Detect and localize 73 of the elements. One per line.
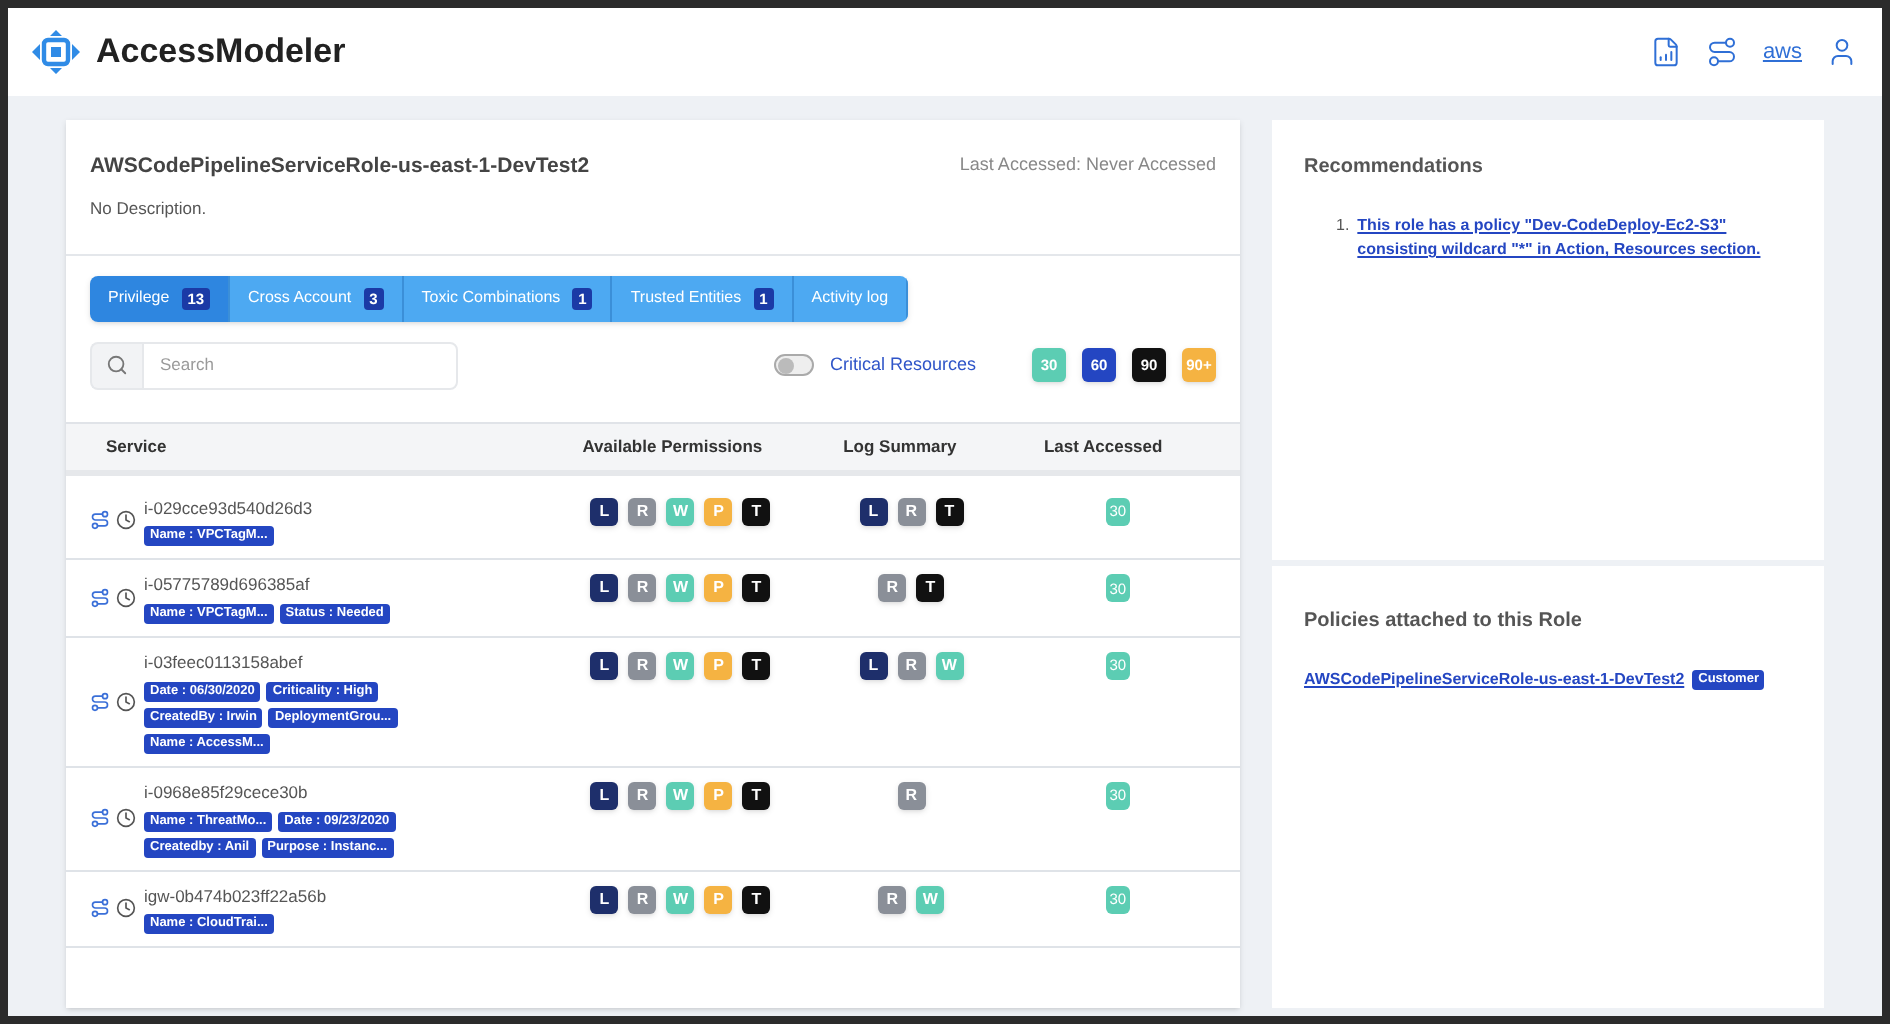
toggle-label: Critical Resources: [829, 351, 976, 378]
permission-badge: R: [897, 497, 926, 525]
permission-badge: R: [878, 574, 907, 603]
permission-badge: T: [742, 652, 771, 680]
route-icon[interactable]: [90, 898, 110, 919]
permission-badge: W: [935, 652, 964, 680]
permission-badge: T: [916, 574, 945, 603]
permission-badge: R: [628, 652, 657, 680]
permission-badge: L: [590, 574, 619, 603]
permission-badge: L: [590, 652, 619, 680]
permission-badge: R: [628, 497, 657, 525]
resource-id: igw-0b474b023ff22a56b: [144, 883, 327, 909]
route-icon[interactable]: [90, 808, 110, 829]
section-title: Recommendations: [1304, 154, 1485, 182]
logo-icon: [32, 30, 80, 74]
permission-badge: P: [704, 497, 733, 525]
permission-badge: T: [742, 574, 771, 603]
list-number: 1.: [1336, 214, 1350, 238]
route-icon[interactable]: [90, 588, 110, 609]
permission-badge: P: [704, 885, 733, 913]
role-name: AWSCodePipelineServiceRole-us-east-1-DevTest2: [90, 152, 590, 182]
role-description: No Description.: [90, 195, 209, 221]
clock-icon[interactable]: [116, 588, 136, 609]
aws-logo[interactable]: aws: [1762, 41, 1802, 63]
clock-icon[interactable]: [116, 691, 136, 712]
resource-id: i-029cce93d540d26d3: [144, 495, 313, 521]
permission-badge: W: [916, 885, 945, 913]
section-title: Policies attached to this Role: [1304, 608, 1584, 636]
toggle-switch[interactable]: [773, 354, 814, 376]
permission-badge: P: [704, 574, 733, 603]
permission-badge: R: [878, 885, 907, 913]
policy-link[interactable]: AWSCodePipelineServiceRole-us-east-1-DevTest2: [1304, 668, 1685, 692]
permission-badge: R: [897, 652, 926, 680]
column-header: Available Permissions: [580, 433, 765, 459]
permission-badge: P: [704, 781, 733, 810]
permission-badge: W: [666, 885, 695, 913]
resource-id: i-03feec0113158abef: [144, 650, 305, 676]
route-icon[interactable]: [90, 510, 110, 531]
resource-id: i-0968e85f29cece30b: [144, 779, 310, 805]
permission-badge: W: [666, 781, 695, 810]
permission-badge: T: [742, 885, 771, 913]
permission-badge: T: [935, 497, 964, 525]
search-icon: [106, 354, 128, 376]
permission-badge: L: [859, 497, 888, 525]
permission-badge: P: [704, 652, 733, 680]
permission-badge: W: [666, 652, 695, 680]
permission-badge: R: [628, 781, 657, 810]
recommendation-link[interactable]: This role has a policy "Dev-CodeDeploy-Ec2-S3" consisting wildcard "*" in Action, Resources section.: [1357, 214, 1792, 262]
permission-badge: L: [859, 652, 888, 680]
permission-badge: T: [742, 781, 771, 810]
permission-badge: L: [590, 885, 619, 913]
last-accessed-text: Last Accessed: Never Accessed: [959, 152, 1216, 178]
permission-badge: W: [666, 497, 695, 525]
search-field[interactable]: Search: [142, 341, 458, 389]
clock-icon[interactable]: [116, 898, 136, 919]
permission-badge: T: [742, 497, 771, 525]
column-header: Service: [106, 433, 169, 459]
report-icon[interactable]: [1650, 36, 1683, 68]
column-header: Last Accessed: [1041, 433, 1165, 459]
user-icon[interactable]: [1826, 36, 1858, 68]
column-header: Log Summary: [841, 433, 959, 459]
permission-badge: R: [897, 781, 926, 810]
route-icon[interactable]: [1706, 36, 1739, 68]
resource-id: i-05775789d696385af: [144, 572, 312, 598]
permission-badge: L: [590, 497, 619, 525]
clock-icon[interactable]: [116, 808, 136, 829]
clock-icon[interactable]: [116, 510, 136, 531]
app-name: AccessModeler: [96, 30, 346, 75]
permission-badge: R: [628, 574, 657, 603]
permission-badge: R: [628, 885, 657, 913]
permission-badge: W: [666, 574, 695, 603]
permission-badge: L: [590, 781, 619, 810]
route-icon[interactable]: [90, 691, 110, 712]
